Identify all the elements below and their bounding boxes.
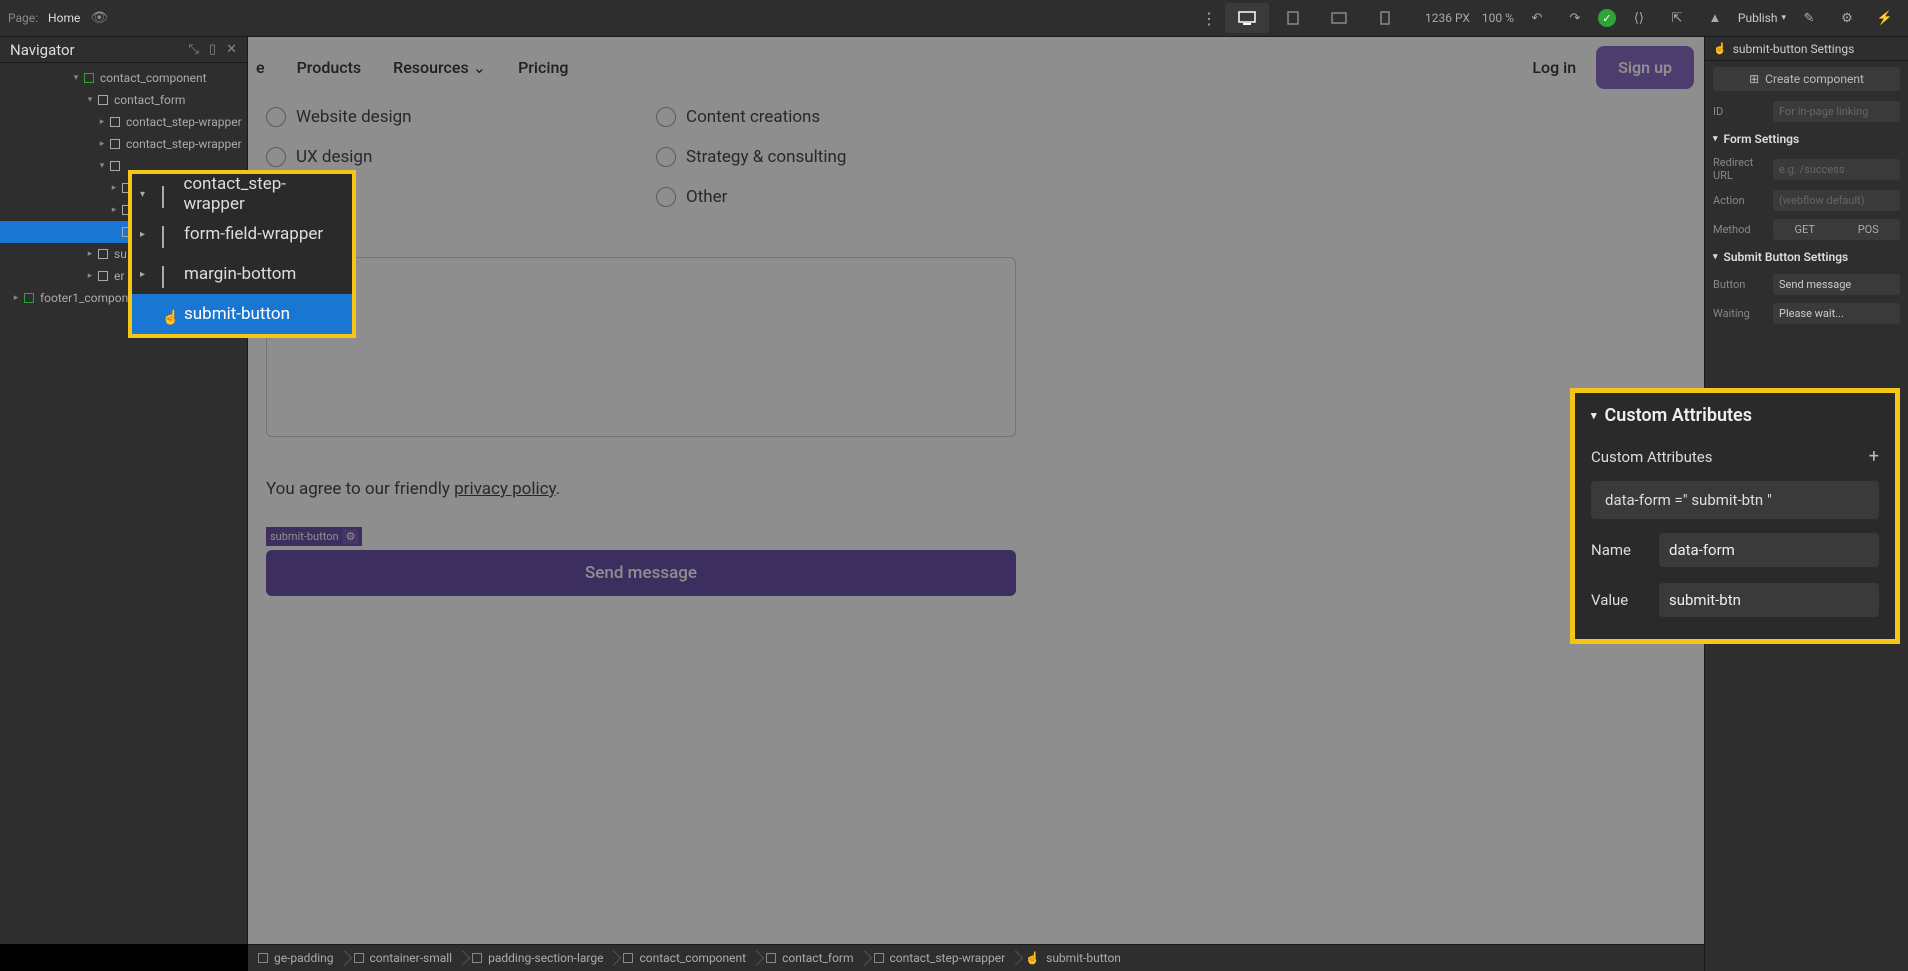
action-input[interactable]: (webflow default) [1773, 190, 1900, 211]
submit-settings-section[interactable]: ▾Submit Button Settings [1705, 244, 1908, 270]
radio-option[interactable]: Content creations [656, 107, 846, 127]
export-icon[interactable]: ⇱ [1662, 3, 1692, 33]
nav-link-home[interactable]: e [256, 58, 265, 77]
zoom-tree-item[interactable]: ▾contact_step-wrapper [132, 174, 352, 214]
menu-dots-icon[interactable]: ⋮ [1201, 9, 1217, 28]
add-attribute-icon[interactable]: + [1869, 446, 1879, 467]
navigator-title: Navigator [10, 41, 75, 59]
button-text-input[interactable]: Send message [1773, 274, 1900, 295]
id-label: ID [1713, 105, 1765, 118]
page-label: Page: [8, 11, 38, 25]
redirect-label: Redirect URL [1713, 156, 1765, 182]
attr-name-input[interactable]: data-form [1659, 533, 1879, 567]
undo-icon[interactable]: ↶ [1522, 3, 1552, 33]
waiting-label: Waiting [1713, 307, 1765, 320]
nav-link-pricing[interactable]: Pricing [518, 58, 568, 77]
zoom-tree-item[interactable]: ▸margin-bottom [132, 254, 352, 294]
interactions-icon[interactable]: ⚡ [1870, 3, 1900, 33]
form-settings-section[interactable]: ▾Form Settings [1705, 126, 1908, 152]
page-name[interactable]: Home [48, 11, 80, 25]
desktop-device-button[interactable] [1225, 3, 1269, 33]
nav-link-resources[interactable]: Resources ⌄ [393, 58, 486, 77]
mobile-device-button[interactable] [1363, 3, 1407, 33]
id-input[interactable]: For in-page linking [1773, 101, 1900, 122]
chevron-down-icon: ⌄ [473, 58, 486, 77]
waiting-input[interactable]: Please wait... [1773, 303, 1900, 324]
login-link[interactable]: Log in [1532, 58, 1576, 77]
tree-item[interactable]: ▾contact_component [0, 67, 247, 89]
breadcrumb-item[interactable]: contact_form [756, 945, 863, 971]
custom-attr-sub: Custom Attributes [1591, 448, 1712, 466]
radio-option[interactable]: Strategy & consulting [656, 147, 846, 167]
radio-option[interactable]: UX design [266, 147, 626, 167]
redirect-input[interactable]: e.g. /success [1773, 159, 1900, 180]
button-text-label: Button [1713, 278, 1765, 291]
method-get-button[interactable]: GET [1773, 219, 1837, 240]
redo-icon[interactable]: ↷ [1560, 3, 1590, 33]
canvas-zoom[interactable]: 100 % [1482, 11, 1514, 25]
close-navigator-icon[interactable]: ✕ [226, 42, 237, 57]
nav-link-products[interactable]: Products [297, 58, 362, 77]
privacy-text: You agree to our friendly privacy policy… [266, 479, 1694, 499]
breadcrumb-item[interactable]: contact_component [613, 945, 756, 971]
brush-icon[interactable]: ✎ [1794, 3, 1824, 33]
navigator-zoom-popup: ▾contact_step-wrapper▸form-field-wrapper… [128, 170, 356, 338]
tree-item[interactable]: ▸contact_step-wrapper [0, 111, 247, 133]
submit-button[interactable]: Send message [266, 550, 1016, 596]
design-canvas: e Products Resources ⌄ Pricing Log in Si… [248, 37, 1704, 944]
code-icon[interactable]: ⟨⟩ [1624, 3, 1654, 33]
breadcrumb-item[interactable]: ge-padding [248, 945, 344, 971]
plus-square-icon: ⊞ [1749, 72, 1759, 86]
radio-option[interactable]: Website design [266, 107, 626, 127]
create-component-button[interactable]: ⊞Create component [1713, 67, 1900, 91]
site-nav: e Products Resources ⌄ Pricing Log in Si… [256, 37, 1704, 97]
breadcrumb-bar: ge-paddingcontainer-smallpadding-section… [248, 944, 1704, 971]
settings-gear-icon[interactable]: ⚙ [1832, 3, 1862, 33]
method-post-button[interactable]: POS [1837, 219, 1901, 240]
breadcrumb-item[interactable]: contact_step-wrapper [864, 945, 1016, 971]
privacy-link[interactable]: privacy policy [454, 479, 556, 499]
top-toolbar: Page: Home 👁 ⋮ 1236 PX 100 % ↶ ↷ ✓ ⟨⟩ ⇱ … [0, 0, 1908, 37]
custom-attributes-panel: ▾Custom Attributes Custom Attributes + da… [1570, 388, 1900, 644]
action-label: Action [1713, 194, 1765, 207]
zoom-tree-item[interactable]: ▸form-field-wrapper [132, 214, 352, 254]
attr-value-input[interactable]: submit-btn [1659, 583, 1879, 617]
attr-value-label: Value [1591, 591, 1647, 609]
breadcrumb-item[interactable]: container-small [344, 945, 463, 971]
zoom-tree-item[interactable]: ☝submit-button [132, 294, 352, 334]
tablet-landscape-button[interactable] [1317, 3, 1361, 33]
preview-icon[interactable]: 👁 [90, 10, 108, 26]
attribute-chip[interactable]: data-form =" submit-btn " [1591, 481, 1879, 519]
attr-name-label: Name [1591, 541, 1647, 559]
radio-option[interactable]: Other [656, 187, 846, 207]
status-ok-icon[interactable]: ✓ [1598, 9, 1616, 27]
tree-item[interactable]: ▸contact_step-wrapper [0, 133, 247, 155]
message-textarea[interactable]: age... [266, 257, 1016, 437]
tablet-device-button[interactable] [1271, 3, 1315, 33]
collapse-icon[interactable]: ⤡ [189, 42, 199, 57]
selection-gear-icon[interactable]: ⚙ [343, 529, 359, 544]
share-icon[interactable]: ▲ [1700, 3, 1730, 33]
pin-icon[interactable]: ▯ [209, 42, 216, 57]
custom-attr-header[interactable]: ▾Custom Attributes [1575, 393, 1895, 438]
method-label: Method [1713, 223, 1765, 236]
tree-item[interactable]: ▾contact_form [0, 89, 247, 111]
canvas-dimensions[interactable]: 1236 PX [1425, 11, 1470, 25]
selection-label[interactable]: submit-button⚙ [266, 527, 362, 546]
settings-title: submit-button Settings [1733, 42, 1855, 56]
breadcrumb-item[interactable]: padding-section-large [462, 945, 613, 971]
breadcrumb-item[interactable]: ☝submit-button [1015, 945, 1131, 971]
hand-icon: ☝ [1713, 42, 1727, 55]
signup-button[interactable]: Sign up [1596, 46, 1694, 89]
publish-button[interactable]: Publish▾ [1738, 11, 1786, 25]
